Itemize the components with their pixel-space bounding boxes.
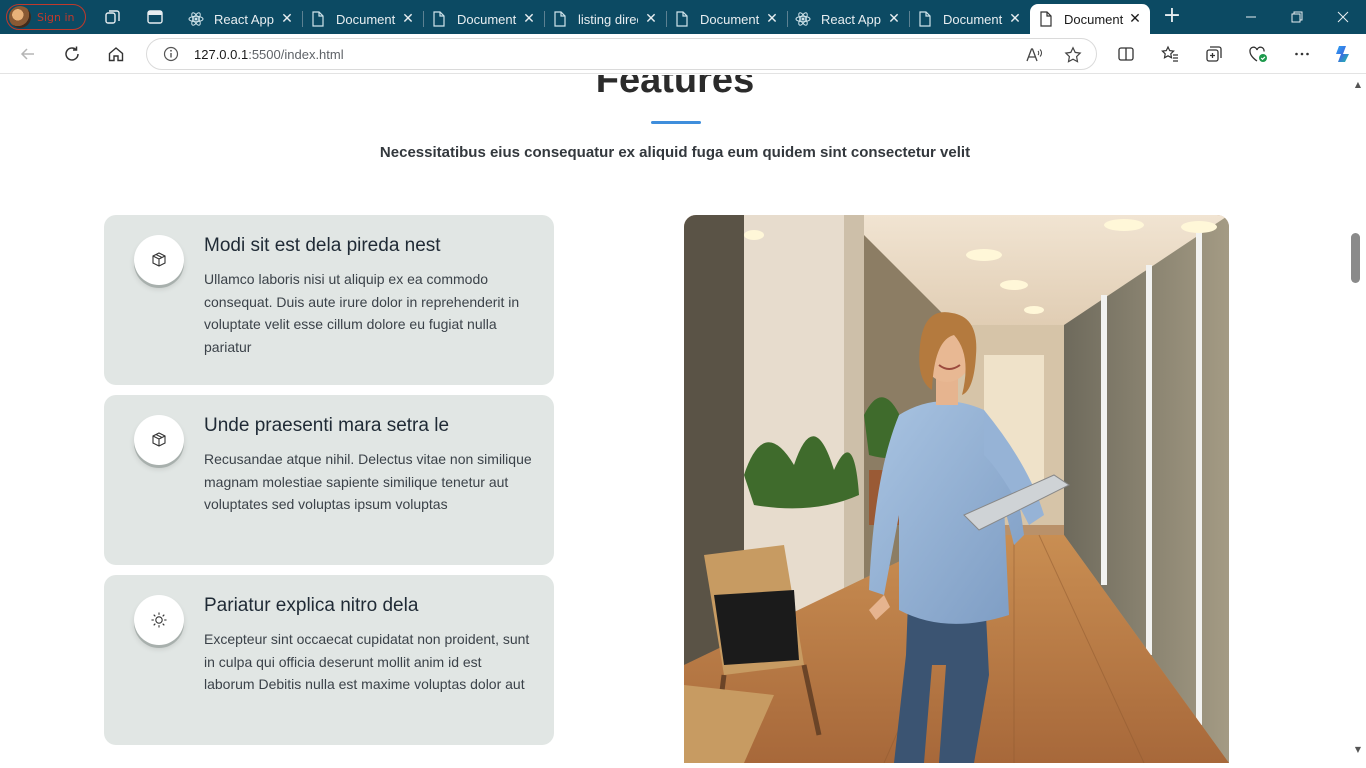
page-viewport: Features Necessitatibus eius consequatur… [0, 75, 1350, 768]
close-icon[interactable]: ✕ [765, 11, 779, 25]
home-icon[interactable] [104, 42, 128, 66]
new-tab-button[interactable]: + [1162, 5, 1182, 27]
browser-toolbar: 127.0.0.1:5500/index.html [0, 34, 1366, 74]
tab-document-2[interactable]: Document ✕ [423, 4, 545, 34]
feature-card: Unde praesenti mara setra le Recusandae … [104, 395, 554, 565]
close-icon[interactable]: ✕ [644, 11, 658, 25]
tab-title: React App [214, 11, 274, 27]
more-menu-icon[interactable] [1290, 42, 1314, 66]
document-icon [674, 11, 690, 27]
section-title: Features [595, 75, 755, 101]
url-host: 127.0.0.1 [194, 47, 249, 62]
tab-document-active[interactable]: Document ✕ [1030, 4, 1150, 34]
minimize-button[interactable] [1228, 0, 1274, 34]
close-icon[interactable]: ✕ [887, 11, 901, 25]
page-scrollbar[interactable]: ▲ ▼ [1350, 75, 1366, 768]
document-icon [1038, 11, 1054, 27]
avatar [9, 6, 31, 28]
split-screen-icon[interactable] [1114, 42, 1138, 66]
sun-icon [134, 595, 184, 645]
copilot-icon[interactable] [1332, 42, 1356, 66]
tab-title: Document [700, 11, 760, 27]
feature-text: Ullamco laboris nisi ut aliquip ex ea co… [204, 271, 520, 355]
title-underline [651, 121, 701, 124]
workspaces-icon[interactable] [103, 7, 123, 27]
tab-actions-icon[interactable] [145, 7, 165, 27]
tab-title: React App [821, 11, 881, 27]
close-icon[interactable]: ✕ [1008, 11, 1022, 25]
tab-title: listing direc [578, 11, 638, 27]
feature-title: Pariatur explica nitro dela [204, 595, 419, 616]
url-text: 127.0.0.1:5500/index.html [194, 47, 344, 62]
close-window-button[interactable] [1320, 0, 1366, 34]
box-icon [134, 415, 184, 465]
document-icon [552, 11, 568, 27]
tab-title: Document [457, 11, 517, 27]
section-subtitle: Necessitatibus eius consequatur ex aliqu… [379, 144, 971, 161]
scroll-down-icon[interactable]: ▼ [1354, 746, 1362, 754]
profile-label: Sign in [37, 10, 75, 24]
favorite-star-icon[interactable] [1064, 46, 1082, 64]
tab-document-1[interactable]: Document ✕ [302, 4, 424, 34]
feature-card: Pariatur explica nitro dela Excepteur si… [104, 575, 554, 745]
back-icon[interactable] [16, 42, 40, 66]
feature-card: Modi sit est dela pireda nest Ullamco la… [104, 215, 554, 385]
tab-title: Document [336, 11, 396, 27]
react-icon [795, 11, 811, 27]
close-icon[interactable]: ✕ [522, 11, 536, 25]
tab-document-4[interactable]: Document ✕ [909, 4, 1030, 34]
info-icon[interactable] [163, 46, 179, 62]
browser-titlebar: Sign in React App ✕ Document ✕ Document … [0, 0, 1366, 34]
tab-react-app-2[interactable]: React App ✕ [787, 4, 910, 34]
tab-react-app-1[interactable]: React App ✕ [180, 4, 303, 34]
feature-text: Excepteur sint occaecat cupidatat non pr… [204, 631, 530, 692]
close-icon[interactable]: ✕ [1128, 11, 1142, 25]
feature-text: Recusandae atque nihil. Delectus vitae n… [204, 451, 532, 512]
collections-icon[interactable] [1202, 42, 1226, 66]
close-icon[interactable]: ✕ [401, 11, 415, 25]
restore-button[interactable] [1274, 0, 1320, 34]
tab-title: Document [1064, 11, 1124, 27]
favorites-icon[interactable] [1158, 42, 1182, 66]
browser-essentials-icon[interactable] [1246, 42, 1270, 66]
document-icon [431, 11, 447, 27]
tab-listing[interactable]: listing direc ✕ [544, 4, 667, 34]
feature-title: Unde praesenti mara setra le [204, 415, 450, 436]
office-photo [684, 215, 1229, 763]
feature-title: Modi sit est dela pireda nest [204, 235, 441, 256]
close-icon[interactable]: ✕ [280, 11, 294, 25]
scroll-up-icon[interactable]: ▲ [1354, 81, 1362, 89]
box-icon [134, 235, 184, 285]
document-icon [310, 11, 326, 27]
profile-button[interactable]: Sign in [6, 4, 86, 30]
read-aloud-icon[interactable] [1025, 46, 1043, 64]
document-icon [917, 11, 933, 27]
url-path: :5500/index.html [248, 47, 344, 62]
tab-title: Document [943, 11, 1003, 27]
react-icon [188, 11, 204, 27]
address-bar[interactable]: 127.0.0.1:5500/index.html [146, 38, 1097, 70]
refresh-icon[interactable] [60, 42, 84, 66]
scrollbar-thumb[interactable] [1351, 233, 1360, 283]
tab-document-3[interactable]: Document ✕ [666, 4, 788, 34]
